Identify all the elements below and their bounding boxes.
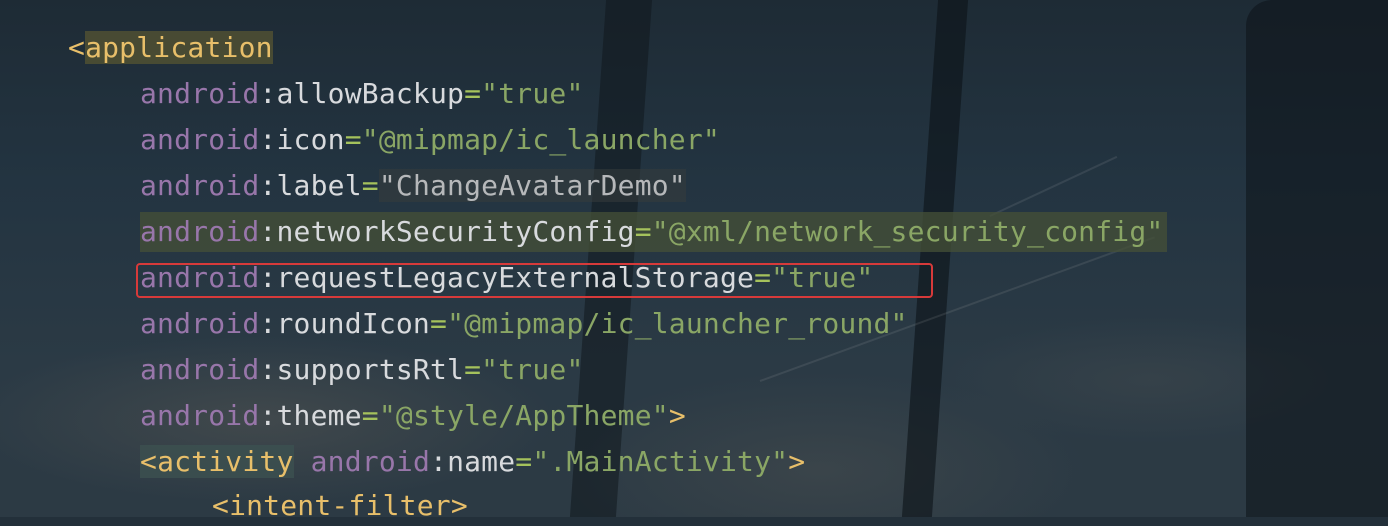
colon: : bbox=[259, 399, 277, 432]
attr-namespace: android bbox=[140, 215, 260, 248]
attr-value: "ChangeAvatarDemo" bbox=[378, 169, 686, 202]
colon: : bbox=[430, 445, 448, 478]
equals: = bbox=[430, 307, 448, 340]
attr-namespace: android bbox=[140, 307, 260, 340]
attr-name: name bbox=[447, 445, 516, 478]
tag-close-bracket: > bbox=[668, 399, 686, 432]
attr-value: "@mipmap/ic_launcher_round" bbox=[447, 307, 908, 340]
attr-value: "true" bbox=[481, 77, 584, 110]
equals: = bbox=[634, 215, 652, 248]
colon: : bbox=[259, 215, 277, 248]
code-line: <intent-filter> bbox=[212, 486, 468, 526]
attr-name: allowBackup bbox=[276, 77, 465, 110]
colon: : bbox=[259, 169, 277, 202]
tag-name: activity bbox=[157, 445, 294, 478]
equals: = bbox=[344, 123, 362, 156]
code-line: <application bbox=[68, 28, 273, 68]
code-line-highlighted: android:networkSecurityConfig="@xml/netw… bbox=[140, 212, 1168, 252]
equals: = bbox=[515, 445, 533, 478]
colon: : bbox=[259, 353, 277, 386]
code-editor[interactable]: <application android:allowBackup="true" … bbox=[0, 0, 1388, 522]
attr-namespace: android bbox=[140, 77, 260, 110]
tag-close-bracket: > bbox=[450, 489, 468, 522]
equals: = bbox=[464, 77, 482, 110]
tag-close-bracket: > bbox=[788, 445, 806, 478]
code-line: android:theme="@style/AppTheme"> bbox=[140, 396, 686, 436]
tag-bracket: < bbox=[68, 31, 86, 64]
code-line: android:icon="@mipmap/ic_launcher" bbox=[140, 120, 720, 160]
code-line: <activity android:name=".MainActivity"> bbox=[140, 442, 805, 482]
code-line: android:roundIcon="@mipmap/ic_launcher_r… bbox=[140, 304, 908, 344]
attr-value: "@mipmap/ic_launcher" bbox=[361, 123, 720, 156]
attr-value: "true" bbox=[481, 353, 584, 386]
code-line: android:supportsRtl="true" bbox=[140, 350, 584, 390]
equals: = bbox=[361, 399, 379, 432]
attr-value: "@style/AppTheme" bbox=[378, 399, 669, 432]
colon: : bbox=[259, 307, 277, 340]
tag-name: application bbox=[85, 31, 273, 64]
equals: = bbox=[464, 353, 482, 386]
attr-namespace: android bbox=[140, 123, 260, 156]
attr-namespace: android bbox=[140, 353, 260, 386]
attr-namespace: android bbox=[310, 445, 430, 478]
attr-name: supportsRtl bbox=[276, 353, 465, 386]
attr-name: label bbox=[276, 169, 362, 202]
highlight-box bbox=[136, 263, 933, 298]
attr-namespace: android bbox=[140, 399, 260, 432]
attr-namespace: android bbox=[140, 169, 260, 202]
equals: = bbox=[361, 169, 379, 202]
colon: : bbox=[259, 123, 277, 156]
colon: : bbox=[259, 77, 277, 110]
attr-name: roundIcon bbox=[276, 307, 430, 340]
attr-name: theme bbox=[276, 399, 362, 432]
code-line: android:label="ChangeAvatarDemo" bbox=[140, 166, 686, 206]
code-line: android:allowBackup="true" bbox=[140, 74, 584, 114]
tag-bracket: < bbox=[212, 489, 230, 522]
attr-name: networkSecurityConfig bbox=[276, 215, 635, 248]
attr-value: "@xml/network_security_config" bbox=[651, 215, 1164, 248]
tag-bracket: < bbox=[140, 445, 158, 478]
attr-value: ".MainActivity" bbox=[532, 445, 789, 478]
tag-name: intent-filter bbox=[229, 489, 451, 522]
attr-name: icon bbox=[276, 123, 345, 156]
